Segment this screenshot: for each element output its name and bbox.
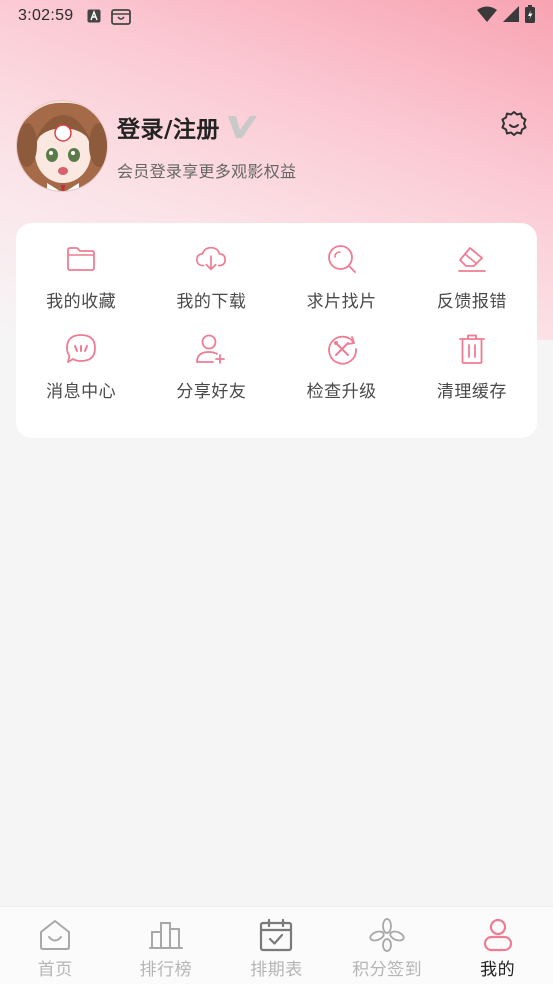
status-bar: 3:02:59 <box>0 0 553 32</box>
nav-schedule[interactable]: 排期表 <box>221 907 332 984</box>
home-icon <box>37 917 73 953</box>
login-subtitle: 会员登录享更多观影权益 <box>117 162 297 181</box>
eraser-icon <box>456 243 488 275</box>
menu-request-movie[interactable]: 求片找片 <box>277 243 407 333</box>
menu-label: 我的收藏 <box>46 292 117 312</box>
search-icon <box>326 243 358 275</box>
profile-icon <box>480 917 516 953</box>
notification-a-icon <box>87 9 101 23</box>
vip-badge-icon <box>226 114 258 140</box>
ranking-icon <box>148 917 184 953</box>
shopping-bag-icon <box>111 7 132 25</box>
login-row[interactable]: 登录/注册 <box>117 110 296 144</box>
nav-home[interactable]: 首页 <box>0 907 111 984</box>
menu-feedback[interactable]: 反馈报错 <box>407 243 537 333</box>
menu-clear-cache[interactable]: 清理缓存 <box>407 333 537 423</box>
function-menu-card: 我的收藏 我的下载 求片找片 反馈报错 消息中心 分享好友 检查升级 清理缓存 <box>16 223 537 438</box>
menu-my-favorites[interactable]: 我的收藏 <box>16 243 146 333</box>
menu-label: 清理缓存 <box>436 381 507 402</box>
folder-icon <box>65 243 97 275</box>
profile-text: 登录/注册 会员登录享更多观影权益 <box>117 110 296 182</box>
battery-icon <box>525 5 535 27</box>
menu-label: 求片找片 <box>306 292 377 312</box>
nav-label: 我的 <box>480 960 516 980</box>
wifi-icon <box>477 6 497 26</box>
menu-label: 我的下载 <box>176 292 247 312</box>
message-icon <box>65 333 97 365</box>
calendar-icon <box>258 917 294 953</box>
menu-label: 消息中心 <box>46 381 117 402</box>
avatar[interactable] <box>16 100 108 192</box>
add-user-icon <box>195 333 227 365</box>
menu-message-center[interactable]: 消息中心 <box>16 333 146 423</box>
trash-icon <box>456 333 488 365</box>
menu-my-downloads[interactable]: 我的下载 <box>146 243 276 333</box>
signal-icon <box>503 6 519 26</box>
login-register-title[interactable]: 登录/注册 <box>117 110 220 144</box>
menu-share-friends[interactable]: 分享好友 <box>146 333 276 423</box>
menu-label: 反馈报错 <box>436 292 507 312</box>
nav-label: 积分签到 <box>352 960 423 980</box>
bottom-navigation: 首页 排行榜 排期表 积分签到 我的 <box>0 906 553 984</box>
menu-label: 分享好友 <box>176 381 247 402</box>
nav-ranking[interactable]: 排行榜 <box>111 907 222 984</box>
update-tools-icon <box>326 333 358 365</box>
cloud-download-icon <box>195 243 227 275</box>
status-time: 3:02:59 <box>18 7 74 24</box>
nav-mine[interactable]: 我的 <box>442 907 553 984</box>
nav-label: 排行榜 <box>139 960 193 980</box>
points-icon <box>369 917 405 953</box>
nav-label: 排期表 <box>250 960 303 980</box>
nav-points-checkin[interactable]: 积分签到 <box>332 907 443 984</box>
settings-gear-icon[interactable] <box>499 109 529 139</box>
nav-label: 首页 <box>37 960 73 980</box>
profile-header[interactable]: 登录/注册 会员登录享更多观影权益 <box>16 100 296 192</box>
menu-label: 检查升级 <box>306 381 377 402</box>
menu-check-update[interactable]: 检查升级 <box>277 333 407 423</box>
